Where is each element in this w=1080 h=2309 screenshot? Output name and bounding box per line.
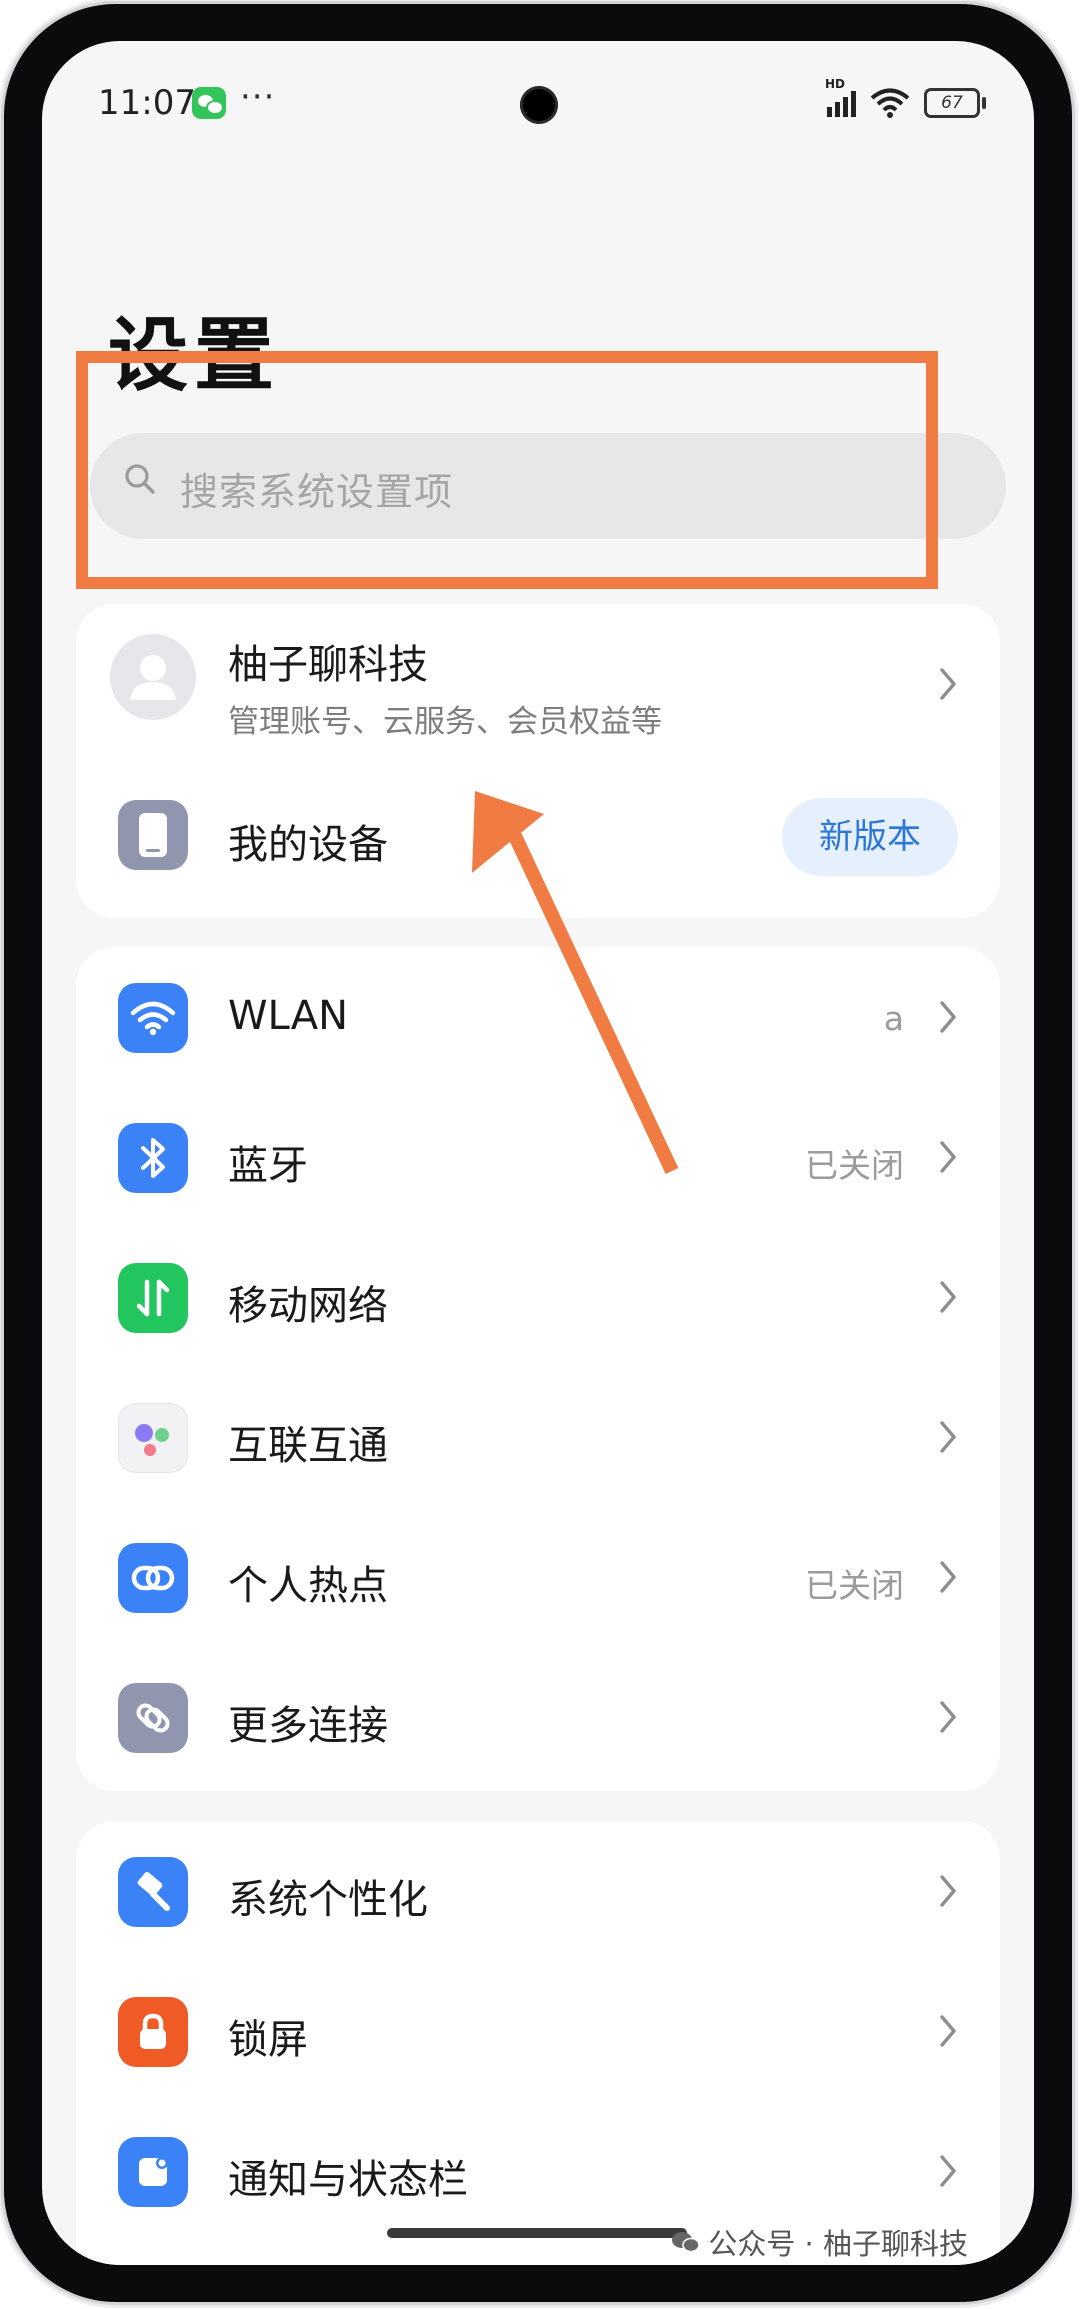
settings-screen: 11:07 ··· HD 67 设置 搜索系统设置项 柚子聊科技 管理账号、云服… bbox=[42, 41, 1034, 2265]
annotation-arrow bbox=[472, 791, 679, 1174]
phone-frame: 11:07 ··· HD 67 设置 搜索系统设置项 柚子聊科技 管理账号、云服… bbox=[4, 4, 1072, 2302]
watermark: 公众号 · 柚子聊科技 bbox=[670, 2221, 968, 2263]
watermark-text: 公众号 · 柚子聊科技 bbox=[708, 2227, 968, 2261]
home-indicator[interactable] bbox=[387, 2228, 687, 2238]
wechat-official-icon bbox=[672, 2232, 701, 2253]
